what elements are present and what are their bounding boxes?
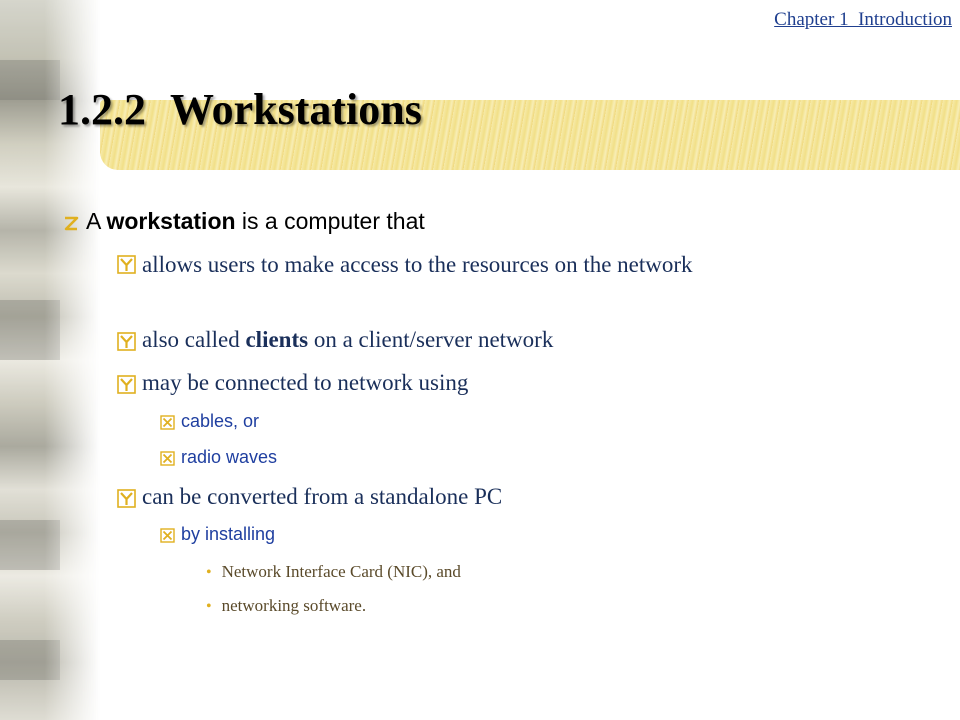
z-bullet-icon	[64, 216, 79, 231]
bullet-1: allows users to make access to the resou…	[117, 252, 822, 278]
bullet-3-sub-2: radio waves	[160, 447, 277, 468]
y-checkbox-icon	[117, 375, 136, 395]
bullet-2: also called clients on a client/server n…	[117, 327, 553, 353]
y-checkbox-icon	[117, 332, 136, 352]
bullet-4-text: can be converted from a standalone PC	[142, 484, 503, 509]
bullet-intro: A workstation is a computer that	[62, 208, 425, 235]
bullet-4-sub-1-item-2: • networking software.	[206, 596, 366, 616]
bullet-2-suffix: on a client/server network	[308, 327, 554, 352]
x-checkbox-icon	[160, 415, 175, 430]
bullet-3: may be connected to network using	[117, 370, 468, 396]
bullet-4-sub-1: by installing	[160, 524, 275, 545]
bullet-3-sub-2-text: radio waves	[181, 447, 278, 467]
dot-bullet-icon: •	[206, 598, 212, 615]
bullet-4-sub-1-text: by installing	[181, 524, 276, 544]
bullet-2-prefix: also called	[142, 327, 246, 352]
intro-bold: workstation	[106, 208, 236, 234]
y-checkbox-icon	[117, 255, 136, 274]
y-checkbox-icon	[117, 489, 136, 509]
intro-prefix: A	[86, 208, 107, 234]
bullet-3-sub-1-text: cables, or	[181, 411, 260, 431]
bullet-1-text: allows users to make access to the resou…	[142, 252, 693, 277]
bullet-4-sub-1-item-1: • Network Interface Card (NIC), and	[206, 562, 461, 582]
bullet-3-sub-1: cables, or	[160, 411, 259, 432]
item-1-text: Network Interface Card (NIC), and	[221, 562, 461, 581]
bullet-4: can be converted from a standalone PC	[117, 484, 502, 510]
bullet-list: A workstation is a computer that allows …	[0, 0, 960, 720]
bullet-3-text: may be connected to network using	[142, 370, 469, 395]
x-checkbox-icon	[160, 528, 175, 543]
bullet-2-bold: clients	[245, 327, 309, 352]
item-2-text: networking software.	[221, 596, 367, 615]
intro-suffix: is a computer that	[235, 208, 425, 234]
dot-bullet-icon: •	[206, 564, 212, 581]
x-checkbox-icon	[160, 451, 175, 466]
